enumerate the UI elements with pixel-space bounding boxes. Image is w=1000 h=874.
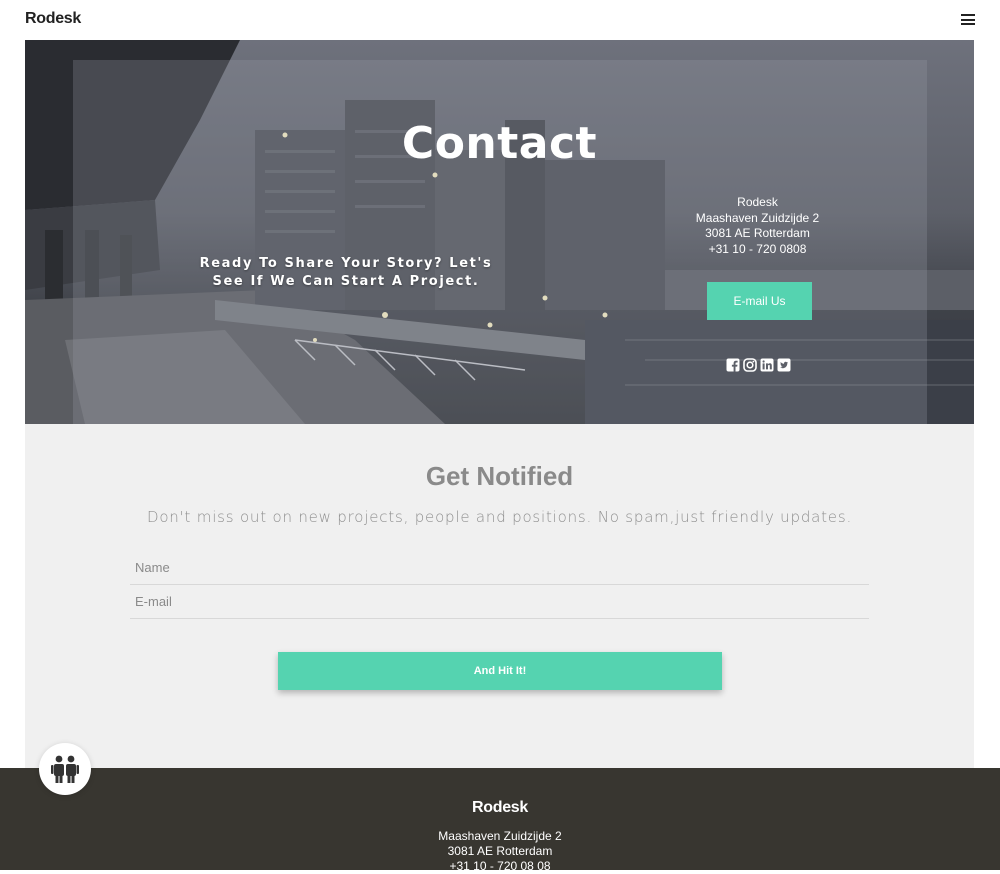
twitter-icon[interactable] [777, 358, 791, 372]
people-button[interactable] [39, 743, 91, 795]
notify-section: Get Notified Don't miss out on new proje… [25, 424, 974, 768]
footer-address: Maashaven Zuidzijde 2 3081 AE Rotterdam … [0, 829, 1000, 874]
hero-tagline: Ready To Share Your Story? Let's See If … [199, 256, 493, 289]
hero-address: Rodesk Maashaven Zuidzijde 2 3081 AE Rot… [675, 195, 840, 257]
submit-button[interactable]: And Hit It! [278, 652, 722, 690]
linkedin-icon[interactable] [760, 358, 774, 372]
page-title: Contact [401, 118, 598, 169]
address-phone: +31 10 - 720 0808 [708, 241, 807, 256]
facebook-icon[interactable] [726, 358, 740, 372]
address-company: Rodesk [737, 195, 778, 209]
social-links [726, 358, 791, 372]
people-icon [51, 755, 79, 783]
instagram-icon[interactable] [743, 358, 757, 372]
top-bar: Rodesk [0, 0, 1000, 40]
footer: Rodesk Maashaven Zuidzijde 2 3081 AE Rot… [0, 768, 1000, 873]
email-field [130, 584, 869, 619]
footer-street: Maashaven Zuidzijde 2 [438, 829, 562, 843]
email-us-button[interactable]: E-mail Us [707, 282, 812, 320]
name-input[interactable] [130, 550, 869, 584]
address-city: 3081 AE Rotterdam [705, 226, 810, 240]
hamburger-menu-icon[interactable] [961, 14, 975, 25]
logo[interactable]: Rodesk [25, 10, 81, 28]
footer-city: 3081 AE Rotterdam [447, 844, 553, 858]
notify-title: Get Notified [425, 461, 574, 491]
footer-logo[interactable]: Rodesk [0, 799, 1000, 817]
footer-phone: +31 10 - 720 08 08 [449, 859, 551, 873]
address-street: Maashaven Zuidzijde 2 [695, 210, 820, 225]
email-input[interactable] [130, 584, 869, 618]
notify-subtitle: Don't miss out on new projects, people a… [146, 508, 853, 526]
name-field [130, 550, 869, 585]
hero-section: Contact Ready To Share Your Story? Let's… [25, 40, 974, 424]
